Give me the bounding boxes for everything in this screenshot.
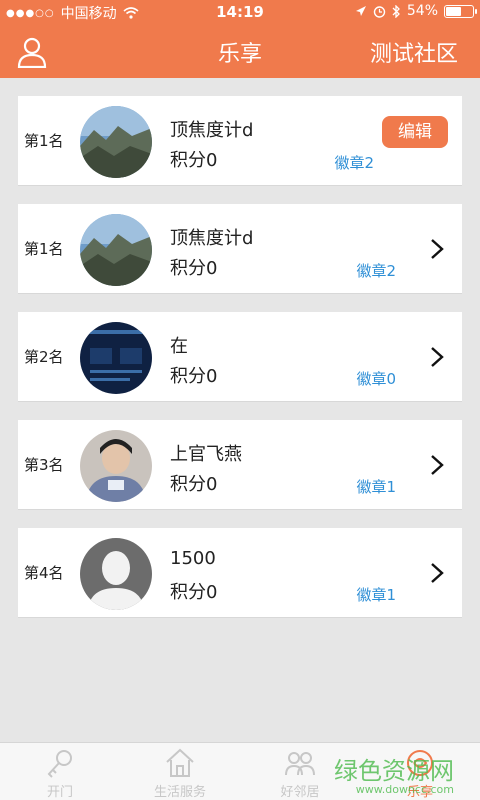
score-label: 积分0 bbox=[170, 150, 218, 171]
badge-count: 徽章1 bbox=[356, 478, 396, 496]
list-item[interactable]: 第1名 顶焦度计d 积分0 徽章2 编辑 bbox=[18, 96, 462, 186]
score-label: 积分0 bbox=[170, 582, 218, 603]
location-icon bbox=[355, 6, 366, 16]
list-item[interactable]: 第2名 在 积分0 徽章0 bbox=[18, 312, 462, 402]
user-name: 顶焦度计d bbox=[170, 120, 254, 141]
list-item[interactable]: 第3名 上官飞燕 积分0 徽章1 bbox=[18, 420, 462, 510]
badge-count: 徽章2 bbox=[334, 154, 374, 172]
key-icon bbox=[47, 750, 72, 778]
alarm-icon bbox=[373, 5, 386, 18]
chevron-right-icon bbox=[431, 455, 444, 475]
list-item[interactable]: 第4名 1500 积分0 徽章1 bbox=[18, 528, 462, 618]
rank-label: 第2名 bbox=[24, 348, 64, 366]
chevron-right-icon bbox=[431, 347, 444, 367]
watermark-text: 绿色资源网 bbox=[334, 757, 454, 785]
user-name: 1500 bbox=[170, 548, 216, 569]
tab-life-service[interactable]: 生活服务 bbox=[120, 743, 240, 800]
badge-count: 徽章1 bbox=[356, 586, 396, 604]
rank-label: 第1名 bbox=[24, 132, 64, 150]
tab-bar: 开门 生活服务 好邻居 乐享 绿色资源网 www.downcc.com bbox=[0, 742, 480, 800]
chevron-right-icon bbox=[431, 239, 444, 259]
tab-label: 开门 bbox=[46, 785, 73, 800]
rank-label: 第3名 bbox=[24, 456, 64, 474]
score-label: 积分0 bbox=[170, 366, 218, 387]
ranking-list: 第1名 顶焦度计d 积分0 徽章2 编辑 第1名 顶焦度计d 积分0 徽章2 第… bbox=[0, 96, 480, 636]
battery-percent: 54% bbox=[406, 3, 438, 19]
tab-open-door[interactable]: 开门 bbox=[0, 743, 120, 800]
navbar: 乐享 测试社区 bbox=[0, 24, 480, 78]
community-button[interactable]: 测试社区 bbox=[370, 36, 458, 68]
avatar bbox=[80, 538, 152, 610]
watermark-url: www.downcc.com bbox=[355, 783, 454, 796]
avatar bbox=[80, 430, 152, 502]
avatar bbox=[80, 322, 152, 394]
home-icon bbox=[166, 748, 194, 777]
tab-label: 生活服务 bbox=[153, 785, 206, 800]
user-name: 顶焦度计d bbox=[170, 228, 254, 249]
avatar bbox=[80, 214, 152, 286]
user-name: 在 bbox=[170, 336, 188, 357]
rank-label: 第1名 bbox=[24, 240, 64, 258]
bluetooth-icon bbox=[392, 4, 400, 18]
edit-button[interactable]: 编辑 bbox=[382, 116, 448, 148]
user-name: 上官飞燕 bbox=[170, 444, 242, 465]
list-item[interactable]: 第1名 顶焦度计d 积分0 徽章2 bbox=[18, 204, 462, 294]
badge-count: 徽章0 bbox=[356, 370, 396, 388]
chevron-right-icon bbox=[431, 563, 444, 583]
battery-icon bbox=[444, 4, 477, 18]
score-label: 积分0 bbox=[170, 258, 218, 279]
avatar bbox=[80, 106, 152, 178]
rank-label: 第4名 bbox=[24, 564, 64, 582]
status-bar: ●●●○○ 中国移动 14:19 54% bbox=[0, 0, 480, 24]
score-label: 积分0 bbox=[170, 474, 218, 495]
badge-count: 徽章2 bbox=[356, 262, 396, 280]
people-icon bbox=[285, 752, 315, 776]
